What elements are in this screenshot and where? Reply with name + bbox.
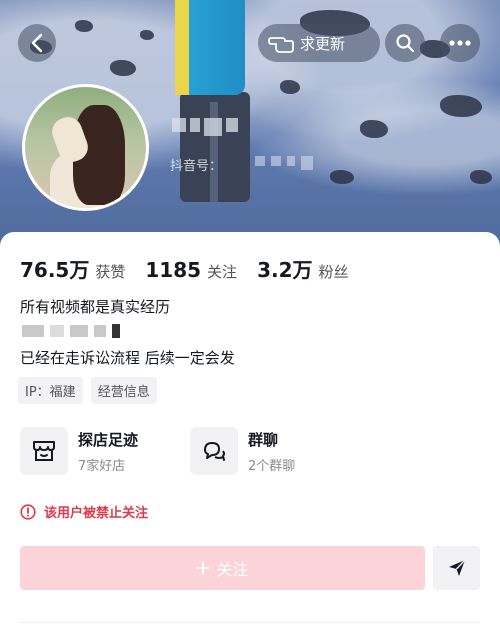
divider [20,622,480,623]
stat-label: 粉丝 [318,263,349,281]
follow-label: 关注 [216,560,249,579]
group-chat-subtitle: 2个群聊 [248,458,296,474]
chevron-left-icon [31,33,43,53]
follow-banned-text: 该用户被禁止关注 [44,506,149,521]
tags-row: IP：福建 经营信息 [18,377,157,404]
shop-icon [20,427,68,475]
pointing-hand-icon [268,37,294,53]
store-visits-title: 探店足迹 [78,430,139,449]
group-chat-title: 群聊 [248,430,279,449]
profile-card: 76.5万 获赞 1185 关注 3.2万 粉丝 所有视频都是真实经历 已经在走… [0,232,500,628]
avatar[interactable] [22,84,149,211]
stat-value: 3.2万 [257,258,313,282]
share-button[interactable] [433,546,480,590]
stat-value: 1185 [145,258,202,282]
stat-following[interactable]: 1185 关注 [145,258,237,282]
bio-line-1: 所有视频都是真实经历 [20,298,171,316]
stat-followers[interactable]: 3.2万 粉丝 [257,254,348,283]
stat-label: 关注 [207,263,238,281]
search-button[interactable] [385,24,425,62]
search-icon [396,34,415,53]
request-update-label: 求更新 [300,34,346,53]
more-button[interactable] [440,24,480,62]
group-chat-entry[interactable]: 群聊 2个群聊 [190,427,295,475]
follow-banned-notice: 该用户被禁止关注 [20,502,148,521]
send-icon [448,559,466,576]
ip-location-tag: IP：福建 [18,377,83,404]
nickname-redacted [172,118,238,136]
store-visits-entry[interactable]: 探店足迹 7家好店 [20,427,138,475]
douyin-id-label: 抖音号： [170,159,223,174]
bio-line-2: 已经在走诉讼流程 后续一定会发 [20,349,235,367]
stats-row: 76.5万 获赞 1185 关注 3.2万 粉丝 [20,254,349,283]
stat-label: 获赞 [95,263,126,281]
back-button[interactable] [18,24,56,62]
business-info-tag[interactable]: 经营信息 [90,377,157,404]
stat-value: 76.5万 [20,258,90,282]
stat-likes[interactable]: 76.5万 获赞 [20,254,125,283]
douyin-id-redacted [255,156,313,170]
chat-icon [190,427,238,475]
store-visits-subtitle: 7家好店 [78,458,126,474]
more-dots-icon [449,40,471,46]
follow-button[interactable]: 关注 [20,546,425,590]
plus-icon [196,561,211,575]
alert-icon [20,503,36,520]
bio-redacted [22,324,120,338]
request-update-button[interactable]: 求更新 [258,24,380,62]
